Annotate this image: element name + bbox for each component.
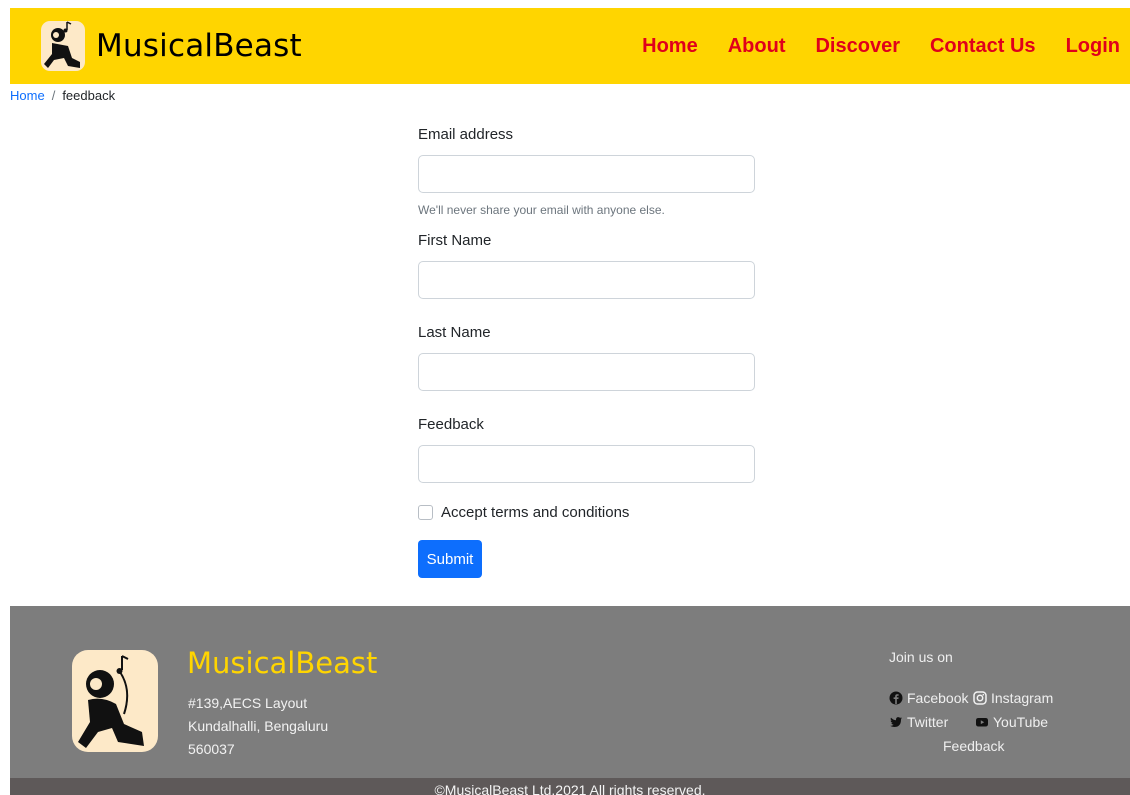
last-name-label: Last Name (418, 324, 491, 341)
nav-about-link[interactable]: About (728, 35, 786, 58)
instagram-icon (973, 691, 987, 705)
first-name-field[interactable] (418, 261, 755, 299)
social-links: Facebook Instagram Twitter YouTube Feedb… (889, 686, 1079, 758)
social-row-2: Twitter YouTube (889, 710, 1079, 734)
brand[interactable]: MusicalBeast (38, 18, 302, 74)
email-label: Email address (418, 126, 514, 143)
facebook-icon (889, 691, 903, 705)
nav-home-link[interactable]: Home (642, 35, 698, 58)
footer-logo-icon (72, 650, 158, 752)
first-name-label: First Name (418, 232, 492, 249)
email-field[interactable] (418, 155, 755, 193)
join-us-label: Join us on (889, 649, 953, 665)
footer-address: #139,AECS Layout Kundalhalli, Bengaluru … (188, 692, 328, 761)
facebook-link[interactable]: Facebook (889, 690, 973, 706)
footer-feedback-link[interactable]: Feedback (889, 734, 1079, 758)
instagram-label: Instagram (991, 690, 1054, 706)
footer-brand-name: MusicalBeast (187, 646, 378, 680)
feedback-field[interactable] (418, 445, 755, 483)
nav-discover-link[interactable]: Discover (815, 35, 900, 58)
twitter-icon (890, 717, 902, 727)
copyright-bar: ©MusicalBeast Ltd.2021 All rights reserv… (10, 778, 1130, 795)
listener-with-headphones-icon (78, 655, 144, 748)
breadcrumb-current: feedback (62, 88, 116, 103)
footer: MusicalBeast #139,AECS Layout Kundalhall… (10, 606, 1130, 778)
twitter-link[interactable]: Twitter (889, 714, 975, 730)
address-line-2: Kundalhalli, Bengaluru (188, 718, 329, 734)
breadcrumb-separator: / (51, 88, 56, 103)
nav-contact-link[interactable]: Contact Us (930, 35, 1036, 58)
youtube-icon (976, 718, 988, 727)
terms-checkbox[interactable] (418, 505, 433, 520)
youtube-label: YouTube (993, 714, 1049, 730)
nav-login-link[interactable]: Login (1066, 35, 1120, 58)
facebook-label: Facebook (907, 690, 969, 706)
copyright-text: ©MusicalBeast Ltd.2021 All rights reserv… (434, 782, 706, 795)
feedback-label: Feedback (418, 416, 484, 433)
address-line-1: #139,AECS Layout (188, 695, 308, 711)
last-name-field[interactable] (418, 353, 755, 391)
address-line-3: 560037 (188, 741, 235, 757)
twitter-label: Twitter (907, 714, 949, 730)
social-row-1: Facebook Instagram (889, 686, 1079, 710)
instagram-link[interactable]: Instagram (973, 690, 1053, 706)
terms-row: Accept terms and conditions (418, 504, 755, 521)
terms-label[interactable]: Accept terms and conditions (441, 504, 629, 521)
email-help-text: We'll never share your email with anyone… (418, 203, 665, 217)
youtube-link[interactable]: YouTube (975, 714, 1048, 730)
nav-links: Home About Discover Contact Us Login (612, 35, 1120, 58)
submit-button[interactable]: Submit (418, 540, 482, 578)
navbar: MusicalBeast Home About Discover Contact… (10, 8, 1130, 84)
breadcrumb-home-link[interactable]: Home (10, 88, 45, 103)
breadcrumb: Home / feedback (10, 88, 115, 103)
feedback-form: Email address We'll never share your ema… (418, 126, 755, 578)
brand-logo-icon (41, 21, 85, 71)
brand-name: MusicalBeast (96, 28, 302, 64)
